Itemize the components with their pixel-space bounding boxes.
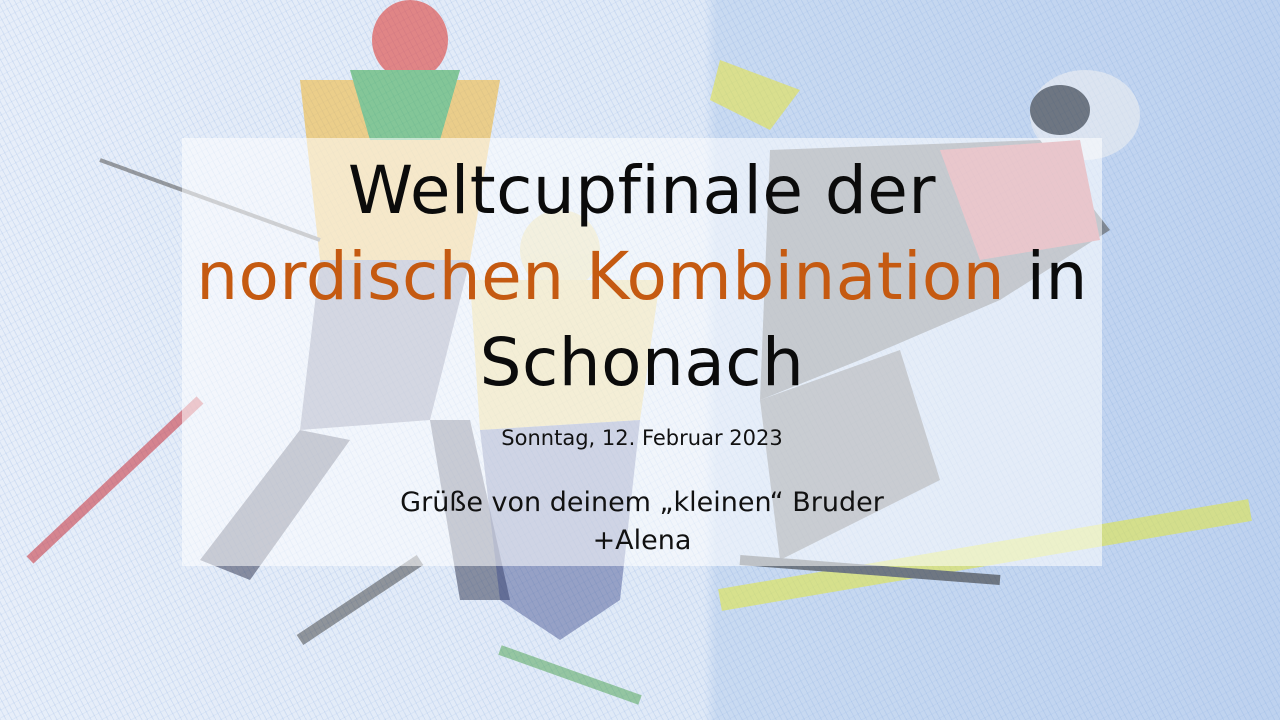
title-line-1: Weltcupfinale der xyxy=(347,152,937,229)
greeting-line-2: +Alena xyxy=(592,525,692,556)
title-line-3: Schonach xyxy=(479,324,805,401)
greeting: Grüße von deinem „kleinen“ Bruder +Alena xyxy=(182,484,1102,560)
greeting-line-1: Grüße von deinem „kleinen“ Bruder xyxy=(400,487,884,518)
title-line-2-rest: in xyxy=(1005,238,1088,315)
slide-title: Weltcupfinale der nordischen Kombination… xyxy=(182,148,1102,406)
slide: Weltcupfinale der nordischen Kombination… xyxy=(0,0,1280,720)
title-accent: nordischen Kombination xyxy=(196,238,1006,315)
event-date: Sonntag, 12. Februar 2023 xyxy=(501,426,783,450)
title-line-2: nordischen Kombination in xyxy=(182,234,1102,320)
